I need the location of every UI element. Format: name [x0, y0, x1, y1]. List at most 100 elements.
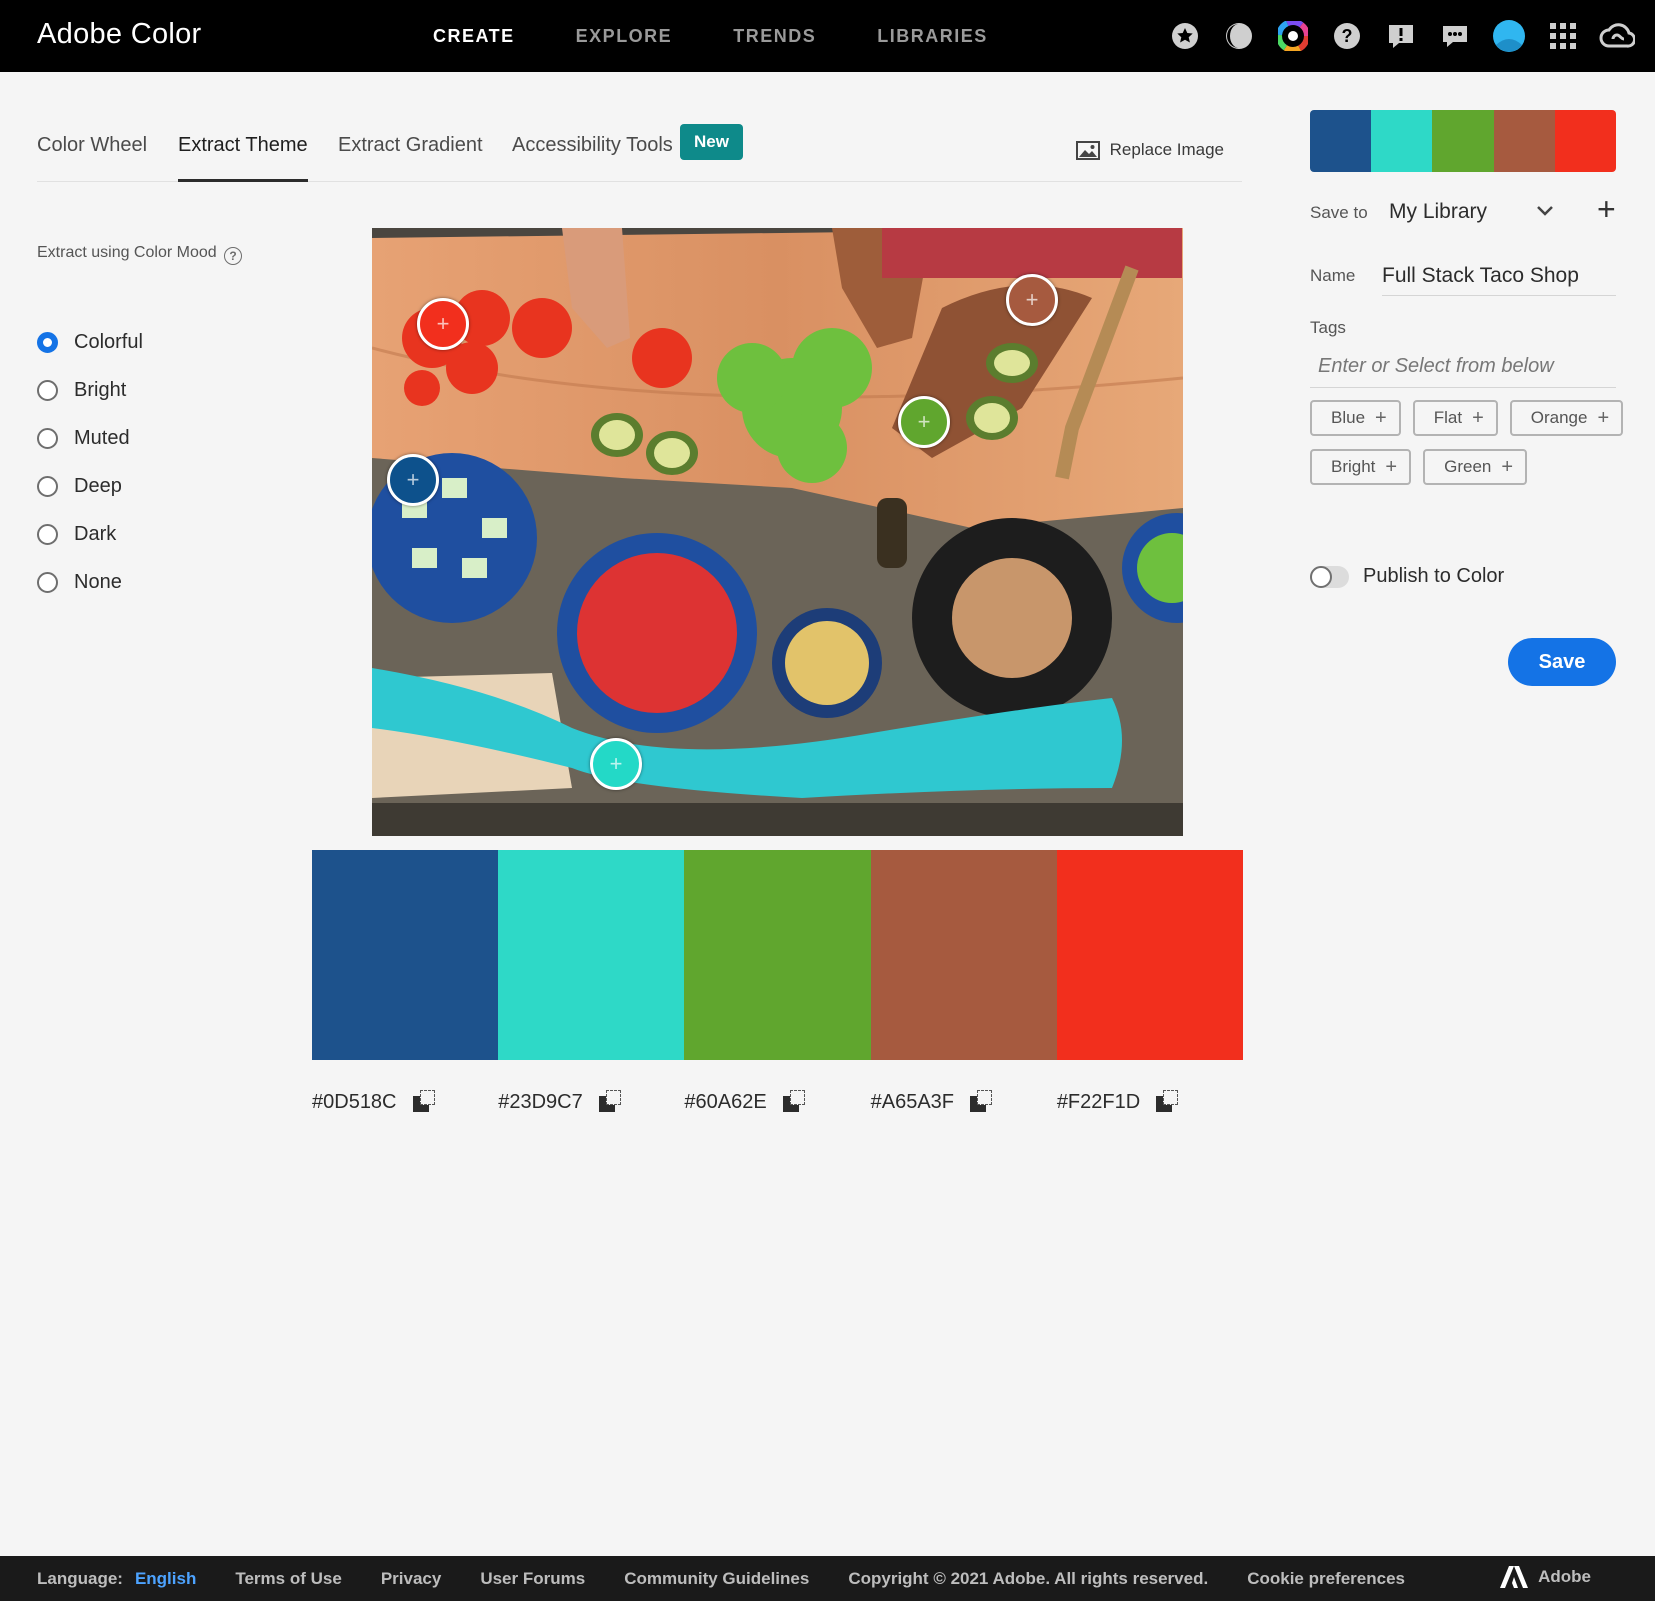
- copy-icon[interactable]: [598, 1090, 623, 1114]
- color-picker-handle-brown[interactable]: +: [1006, 274, 1058, 326]
- plus-icon: +: [1597, 406, 1610, 429]
- mood-option-muted[interactable]: Muted: [37, 414, 143, 462]
- top-bar: Adobe Color CREATE EXPLORE TRENDS LIBRAR…: [0, 0, 1655, 72]
- preview-swatch: [1493, 110, 1555, 172]
- help-circle-icon[interactable]: ?: [224, 247, 242, 265]
- save-button[interactable]: Save: [1508, 638, 1616, 686]
- swatch-2[interactable]: [498, 850, 685, 1060]
- svg-text:?: ?: [1342, 26, 1353, 46]
- moon-icon[interactable]: [1221, 18, 1257, 54]
- radio-checked-icon[interactable]: [37, 331, 58, 353]
- footer-link-forums[interactable]: User Forums: [480, 1569, 585, 1589]
- nav-trends[interactable]: TRENDS: [733, 26, 816, 47]
- publish-label: Publish to Color: [1363, 565, 1505, 587]
- tag-suggestions: Blue + Flat + Orange + Bright + Green +: [1310, 400, 1630, 485]
- mood-option-deep[interactable]: Deep: [37, 462, 143, 510]
- add-library-button[interactable]: +: [1597, 193, 1616, 225]
- replace-image-button[interactable]: Replace Image: [1075, 140, 1224, 160]
- tab-accessibility-tools[interactable]: Accessibility Tools: [512, 134, 673, 179]
- hex-value[interactable]: #23D9C7: [498, 1091, 583, 1114]
- mood-label: Muted: [74, 426, 130, 449]
- mood-label: Deep: [74, 474, 122, 497]
- plus-icon: +: [1375, 406, 1387, 429]
- hex-value[interactable]: #F22F1D: [1057, 1091, 1140, 1114]
- color-picker-handle-teal[interactable]: +: [590, 738, 642, 790]
- footer-link-guidelines[interactable]: Community Guidelines: [624, 1569, 809, 1589]
- color-picker-handle-blue[interactable]: +: [387, 454, 439, 506]
- tags-label: Tags: [1310, 318, 1346, 337]
- tag-chip-bright[interactable]: Bright +: [1310, 449, 1412, 485]
- mood-option-none[interactable]: None: [37, 558, 143, 606]
- preview-swatch: [1554, 110, 1616, 172]
- nav-explore[interactable]: EXPLORE: [576, 26, 673, 47]
- radio-icon[interactable]: [37, 571, 58, 593]
- hex-cell: #60A62E: [684, 1090, 870, 1114]
- copy-icon[interactable]: [1156, 1090, 1180, 1114]
- radio-icon[interactable]: [37, 475, 58, 497]
- color-picker-handle-green[interactable]: +: [898, 396, 950, 448]
- apps-grid-icon[interactable]: [1545, 18, 1581, 54]
- tag-chip-green[interactable]: Green +: [1423, 449, 1528, 485]
- mood-title: Extract using Color Mood: [37, 244, 217, 261]
- preview-swatch: [1310, 110, 1372, 172]
- tag-chip-flat[interactable]: Flat +: [1412, 400, 1498, 436]
- tag-chip-label: Blue: [1331, 408, 1366, 427]
- mood-option-dark[interactable]: Dark: [37, 510, 143, 558]
- save-to-label: Save to: [1310, 203, 1368, 222]
- hex-value[interactable]: #A65A3F: [871, 1091, 954, 1114]
- preview-swatch: [1371, 110, 1433, 172]
- adobe-logo[interactable]: Adobe: [1500, 1566, 1630, 1588]
- chat-icon[interactable]: [1437, 18, 1473, 54]
- tag-chip-label: Flat: [1433, 408, 1463, 427]
- swatch-5[interactable]: [1056, 850, 1244, 1060]
- tags-input[interactable]: [1310, 346, 1616, 388]
- tab-extract-gradient[interactable]: Extract Gradient: [338, 134, 483, 179]
- swatch-4[interactable]: [870, 850, 1057, 1060]
- nav-create[interactable]: CREATE: [433, 26, 515, 47]
- source-photo[interactable]: + + + + +: [372, 228, 1183, 836]
- hex-cell: #23D9C7: [498, 1090, 684, 1114]
- hex-value[interactable]: #60A62E: [684, 1091, 766, 1114]
- copyright-text: Copyright © 2021 Adobe. All rights reser…: [848, 1568, 1209, 1588]
- adobe-icon: [1500, 1566, 1529, 1588]
- new-badge: New: [680, 124, 743, 160]
- tag-chip-label: Orange: [1530, 408, 1588, 427]
- plus-icon: +: [1472, 406, 1484, 429]
- tab-color-wheel[interactable]: Color Wheel: [37, 134, 147, 179]
- copy-icon[interactable]: [412, 1090, 437, 1114]
- mood-option-bright[interactable]: Bright: [37, 366, 143, 414]
- tag-chip-blue[interactable]: Blue +: [1310, 400, 1401, 436]
- radio-icon[interactable]: [37, 523, 58, 545]
- toggle-knob: [1310, 566, 1332, 588]
- theme-preview: [1310, 110, 1616, 172]
- brand-logo[interactable]: Adobe Color: [37, 18, 202, 51]
- copy-icon[interactable]: [782, 1090, 807, 1114]
- color-picker-handle-red[interactable]: +: [417, 298, 469, 350]
- help-icon[interactable]: ?: [1329, 18, 1365, 54]
- language-select[interactable]: English: [135, 1569, 196, 1589]
- publish-toggle[interactable]: [1310, 566, 1349, 588]
- radio-icon[interactable]: [37, 379, 58, 401]
- theme-name-field[interactable]: [1382, 256, 1616, 296]
- header-icons: ?: [1167, 18, 1635, 54]
- color-wheel-icon[interactable]: [1275, 18, 1311, 54]
- mood-option-colorful[interactable]: Colorful: [37, 318, 143, 366]
- footer-link-cookies[interactable]: Cookie preferences: [1247, 1569, 1405, 1589]
- nav-libraries[interactable]: LIBRARIES: [877, 26, 988, 47]
- tab-extract-theme[interactable]: Extract Theme: [178, 134, 308, 182]
- creative-cloud-icon[interactable]: [1599, 18, 1635, 54]
- footer-link-terms[interactable]: Terms of Use: [235, 1569, 341, 1589]
- footer-link-privacy[interactable]: Privacy: [381, 1569, 442, 1589]
- avatar[interactable]: [1491, 18, 1527, 54]
- swatch-1[interactable]: [312, 850, 499, 1060]
- star-icon[interactable]: [1167, 18, 1203, 54]
- footer: Language: English Terms of Use Privacy U…: [0, 1556, 1655, 1601]
- feedback-icon[interactable]: [1383, 18, 1419, 54]
- chevron-down-icon[interactable]: [1536, 200, 1554, 223]
- plus-icon: +: [1501, 455, 1514, 478]
- tag-chip-orange[interactable]: Orange +: [1509, 400, 1624, 436]
- copy-icon[interactable]: [970, 1090, 994, 1114]
- hex-value[interactable]: #0D518C: [312, 1091, 397, 1114]
- swatch-3[interactable]: [684, 850, 871, 1060]
- radio-icon[interactable]: [37, 427, 58, 449]
